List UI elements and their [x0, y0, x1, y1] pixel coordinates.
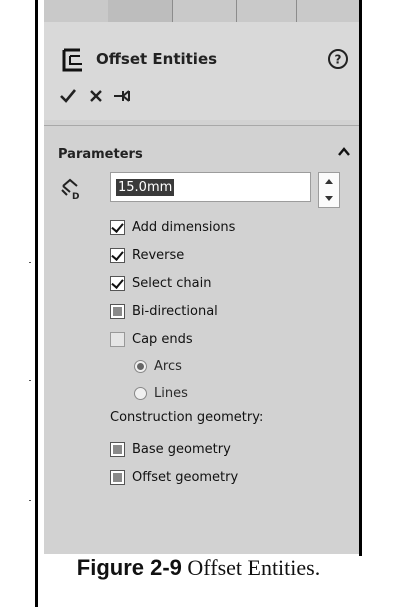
offset-distance-input[interactable]: 15.0mm	[110, 172, 311, 202]
offset-geometry-checkbox[interactable]	[110, 470, 125, 485]
tab-feature-manager[interactable]	[44, 0, 109, 22]
figure-caption: Figure 2-9 Offset Entities.	[38, 556, 359, 580]
cap-ends-label: Cap ends	[132, 332, 193, 347]
select-chain-checkbox[interactable]	[110, 276, 125, 291]
figure-frame-right	[359, 0, 362, 556]
add-dimensions-label: Add dimensions	[132, 220, 236, 235]
pushpin-icon[interactable]	[112, 86, 132, 106]
tab-display-manager[interactable]	[296, 0, 359, 22]
margin-tick	[29, 500, 31, 501]
reverse-label: Reverse	[132, 248, 185, 263]
spin-up-icon[interactable]	[325, 179, 333, 184]
parameters-group-title[interactable]: Parameters	[58, 147, 143, 162]
panel-title: Offset Entities	[96, 50, 218, 68]
margin-tick	[29, 262, 31, 263]
bi-directional-label: Bi-directional	[132, 304, 218, 319]
help-icon[interactable]: ?	[327, 48, 349, 70]
bi-directional-checkbox[interactable]	[110, 304, 125, 319]
svg-text:?: ?	[335, 53, 342, 67]
tab-configuration-manager[interactable]	[172, 0, 237, 22]
offset-distance-icon: D	[61, 178, 79, 201]
base-geometry-checkbox[interactable]	[110, 442, 125, 457]
tab-property-manager[interactable]	[108, 0, 173, 22]
manager-tabs	[44, 0, 359, 23]
cancel-icon[interactable]	[86, 86, 106, 106]
figure-caption-text: Offset Entities.	[181, 555, 321, 580]
offset-geometry-label: Offset geometry	[132, 470, 239, 485]
cap-arcs-label: Arcs	[154, 359, 182, 374]
select-chain-label: Select chain	[132, 276, 212, 291]
offset-entities-icon	[62, 48, 82, 72]
figure-number: Figure 2-9	[76, 555, 182, 580]
offset-distance-spinner[interactable]	[318, 172, 340, 208]
cap-lines-label: Lines	[154, 386, 188, 401]
ok-icon[interactable]	[58, 86, 78, 106]
spin-down-icon[interactable]	[325, 196, 333, 201]
property-manager-panel: Offset Entities ? Parameters D 15.0mm Ad…	[44, 0, 359, 554]
cap-ends-checkbox[interactable]	[110, 332, 125, 347]
add-dimensions-checkbox[interactable]	[110, 220, 125, 235]
margin-tick	[29, 380, 31, 381]
figure-frame-left	[35, 0, 38, 607]
construction-geometry-label: Construction geometry:	[110, 410, 264, 425]
chevron-up-icon[interactable]	[337, 146, 351, 158]
tab-dimxpert-manager[interactable]	[236, 0, 297, 22]
svg-text:D: D	[72, 192, 79, 201]
reverse-checkbox[interactable]	[110, 248, 125, 263]
header-divider	[44, 125, 359, 126]
cap-lines-radio[interactable]	[134, 387, 147, 400]
base-geometry-label: Base geometry	[132, 442, 231, 457]
offset-distance-value: 15.0mm	[116, 179, 175, 196]
cap-arcs-radio[interactable]	[134, 360, 147, 373]
